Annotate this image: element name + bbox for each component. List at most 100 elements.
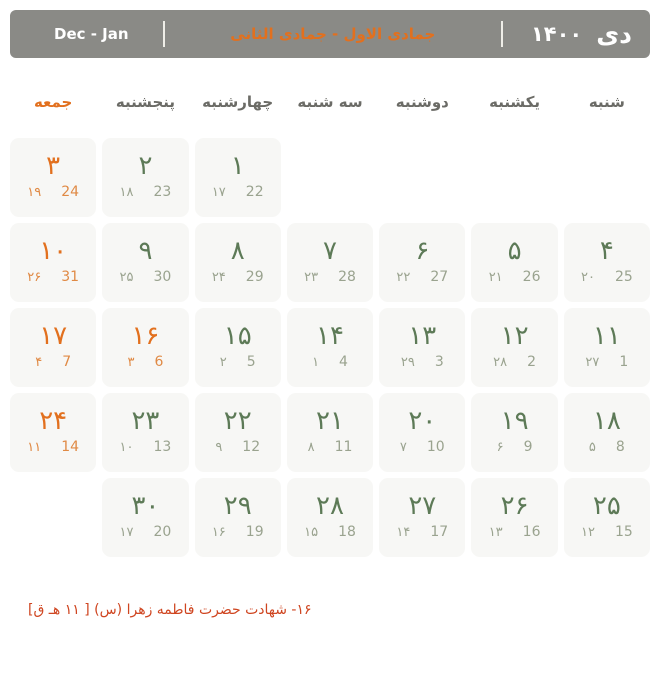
day-number: ۱۲ xyxy=(500,320,529,351)
gregorian-day-number: 22 xyxy=(245,184,264,201)
day-number: ۱۰ xyxy=(39,235,68,266)
day-cell-empty xyxy=(287,138,373,217)
day-cell-empty xyxy=(564,138,650,217)
gregorian-months-label: Dec - Jan xyxy=(54,24,129,43)
day-cell[interactable]: ۳ 24 ۱۹ xyxy=(10,138,97,217)
day-sub-numbers: 25 ۲۰ xyxy=(564,270,650,284)
header-divider-2 xyxy=(162,21,165,47)
day-number: ۱۳ xyxy=(408,320,437,351)
day-sub-numbers: 31 ۲۶ xyxy=(10,270,96,284)
day-cell[interactable]: ۲۱ 11 ۸ xyxy=(286,393,374,472)
day-sub-numbers: 19 ۱۶ xyxy=(195,525,281,539)
gregorian-day-number: 8 xyxy=(615,439,625,456)
hijri-day-number: ۲۳ xyxy=(304,270,319,286)
day-cell[interactable]: ۲۹ 19 ۱۶ xyxy=(194,478,281,557)
gregorian-day-number: 5 xyxy=(246,354,256,371)
day-cell[interactable]: ۹ 30 ۲۵ xyxy=(102,223,189,302)
hijri-day-number: ۲۴ xyxy=(211,270,226,286)
day-cell[interactable]: ۱۸ 8 ۵ xyxy=(563,393,650,472)
day-cell[interactable]: ۲ 23 ۱۸ xyxy=(102,138,189,217)
weekday-header-5: پنجشنبه xyxy=(115,93,176,111)
day-cell[interactable]: ۱۴ 4 ۱ xyxy=(286,308,374,387)
day-cell[interactable]: ۲۳ 13 ۱۰ xyxy=(102,393,189,472)
day-sub-numbers: 14 ۱۱ xyxy=(10,440,96,454)
day-number: ۶ xyxy=(415,235,430,266)
gregorian-day-number: 25 xyxy=(614,269,633,286)
gregorian-day-number: 15 xyxy=(614,524,633,541)
gregorian-day-number: 24 xyxy=(61,184,80,201)
day-cell[interactable]: ۶ 27 ۲۲ xyxy=(379,223,466,302)
header-persian-date: دی ۱۴۰۰ xyxy=(503,22,632,47)
day-number: ۴ xyxy=(599,235,614,266)
header-arabic-date: جمادی الاول - جمادی الثانی xyxy=(165,24,501,43)
gregorian-day-number: 29 xyxy=(245,269,264,286)
hijri-day-number: ۸ xyxy=(307,440,315,456)
gregorian-day-number: 11 xyxy=(334,439,353,456)
weekday-header-2: دوشنبه xyxy=(395,93,449,111)
day-sub-numbers: 26 ۲۱ xyxy=(471,270,557,284)
day-cell[interactable]: ۲۰ 10 ۷ xyxy=(379,393,466,472)
day-cell[interactable]: ۲۸ 18 ۱۵ xyxy=(286,478,374,557)
day-cell[interactable]: ۲۲ 12 ۹ xyxy=(194,393,281,472)
persian-year-label: ۱۴۰۰ xyxy=(530,21,583,46)
day-sub-numbers: 13 ۱۰ xyxy=(102,440,188,454)
day-cell[interactable]: ۱۶ 6 ۳ xyxy=(102,308,189,387)
day-number: ۲۷ xyxy=(408,490,437,521)
gregorian-day-number: 13 xyxy=(153,439,172,456)
gregorian-day-number: 9 xyxy=(523,439,533,456)
day-sub-numbers: 4۱ xyxy=(287,355,373,369)
day-cell[interactable]: ۲۶ 16 ۱۳ xyxy=(471,478,558,557)
day-number: ۵ xyxy=(507,235,522,266)
day-cell[interactable]: ۳۰ 20 ۱۷ xyxy=(102,478,189,557)
day-number: ۲۴ xyxy=(39,405,68,436)
day-cell[interactable]: ۱۲ 2 ۲۸ xyxy=(471,308,558,387)
day-number: ۲۶ xyxy=(500,490,529,521)
day-sub-numbers: 2 ۲۸ xyxy=(471,355,557,369)
hijri-day-number: ۷ xyxy=(399,440,407,456)
hijri-day-number: ۲ xyxy=(219,355,227,371)
day-number: ۸ xyxy=(230,235,245,266)
day-number: ۱۶ xyxy=(131,320,160,351)
day-cell[interactable]: ۱۵ 5 ۲ xyxy=(194,308,281,387)
day-number: ۱۵ xyxy=(223,320,252,351)
day-cell[interactable]: ۱۱ 1 ۲۷ xyxy=(563,308,650,387)
gregorian-day-number: 18 xyxy=(338,524,356,541)
gregorian-day-number: 16 xyxy=(522,524,541,541)
day-cell[interactable]: ۱۰ 31 ۲۶ xyxy=(10,223,97,302)
day-sub-numbers: 3 ۲۹ xyxy=(379,355,465,369)
day-cell[interactable]: ۷ 28 ۲۳ xyxy=(286,223,374,302)
day-cell[interactable]: ۸ 29 ۲۴ xyxy=(194,223,281,302)
hijri-day-number: ۱۴ xyxy=(396,525,411,541)
gregorian-day-number: 19 xyxy=(245,524,264,541)
day-cell[interactable]: ۱۹ 9 ۶ xyxy=(471,393,558,472)
day-cell[interactable]: ۵ 26 ۲۱ xyxy=(471,223,558,302)
hijri-day-number: ۲۵ xyxy=(119,270,134,286)
weekday-header-3: سه شنبه xyxy=(297,93,363,111)
day-cell[interactable]: ۲۷ 17 ۱۴ xyxy=(379,478,466,557)
day-number: ۷ xyxy=(323,235,337,266)
day-sub-numbers: 23 ۱۸ xyxy=(102,185,188,199)
header-divider-1 xyxy=(500,21,503,47)
day-number: ۱۷ xyxy=(39,320,68,351)
day-cell[interactable]: ۱۷ 7 ۴ xyxy=(10,308,97,387)
gregorian-day-number: 26 xyxy=(522,269,541,286)
gregorian-day-number: 17 xyxy=(430,524,449,541)
day-cell[interactable]: ۲۵ 15 ۱۲ xyxy=(563,478,650,557)
gregorian-day-number: 14 xyxy=(61,439,80,456)
gregorian-day-number: 10 xyxy=(426,439,445,456)
day-cell[interactable]: ۴ 25 ۲۰ xyxy=(563,223,650,302)
day-cell[interactable]: ۱۳ 3 ۲۹ xyxy=(379,308,466,387)
day-sub-numbers: 27 ۲۲ xyxy=(379,270,465,284)
day-cell[interactable]: ۱ 22 ۱۷ xyxy=(194,138,281,217)
hijri-day-number: ۱۳ xyxy=(488,525,503,541)
day-cell[interactable]: ۲۴ 14 ۱۱ xyxy=(10,393,97,472)
day-number: ۲۰ xyxy=(408,405,437,436)
arabic-months-label: جمادی الاول - جمادی الثانی xyxy=(230,24,436,43)
hijri-day-number: ۱۰ xyxy=(119,440,134,456)
day-cell-empty xyxy=(471,138,557,217)
day-sub-numbers: 7۴ xyxy=(10,355,96,369)
hijri-day-number: ۲۲ xyxy=(396,270,411,286)
day-number: ۲۵ xyxy=(592,490,621,521)
day-number: ۲ xyxy=(138,150,153,181)
day-sub-numbers: 28 ۲۳ xyxy=(287,270,373,284)
